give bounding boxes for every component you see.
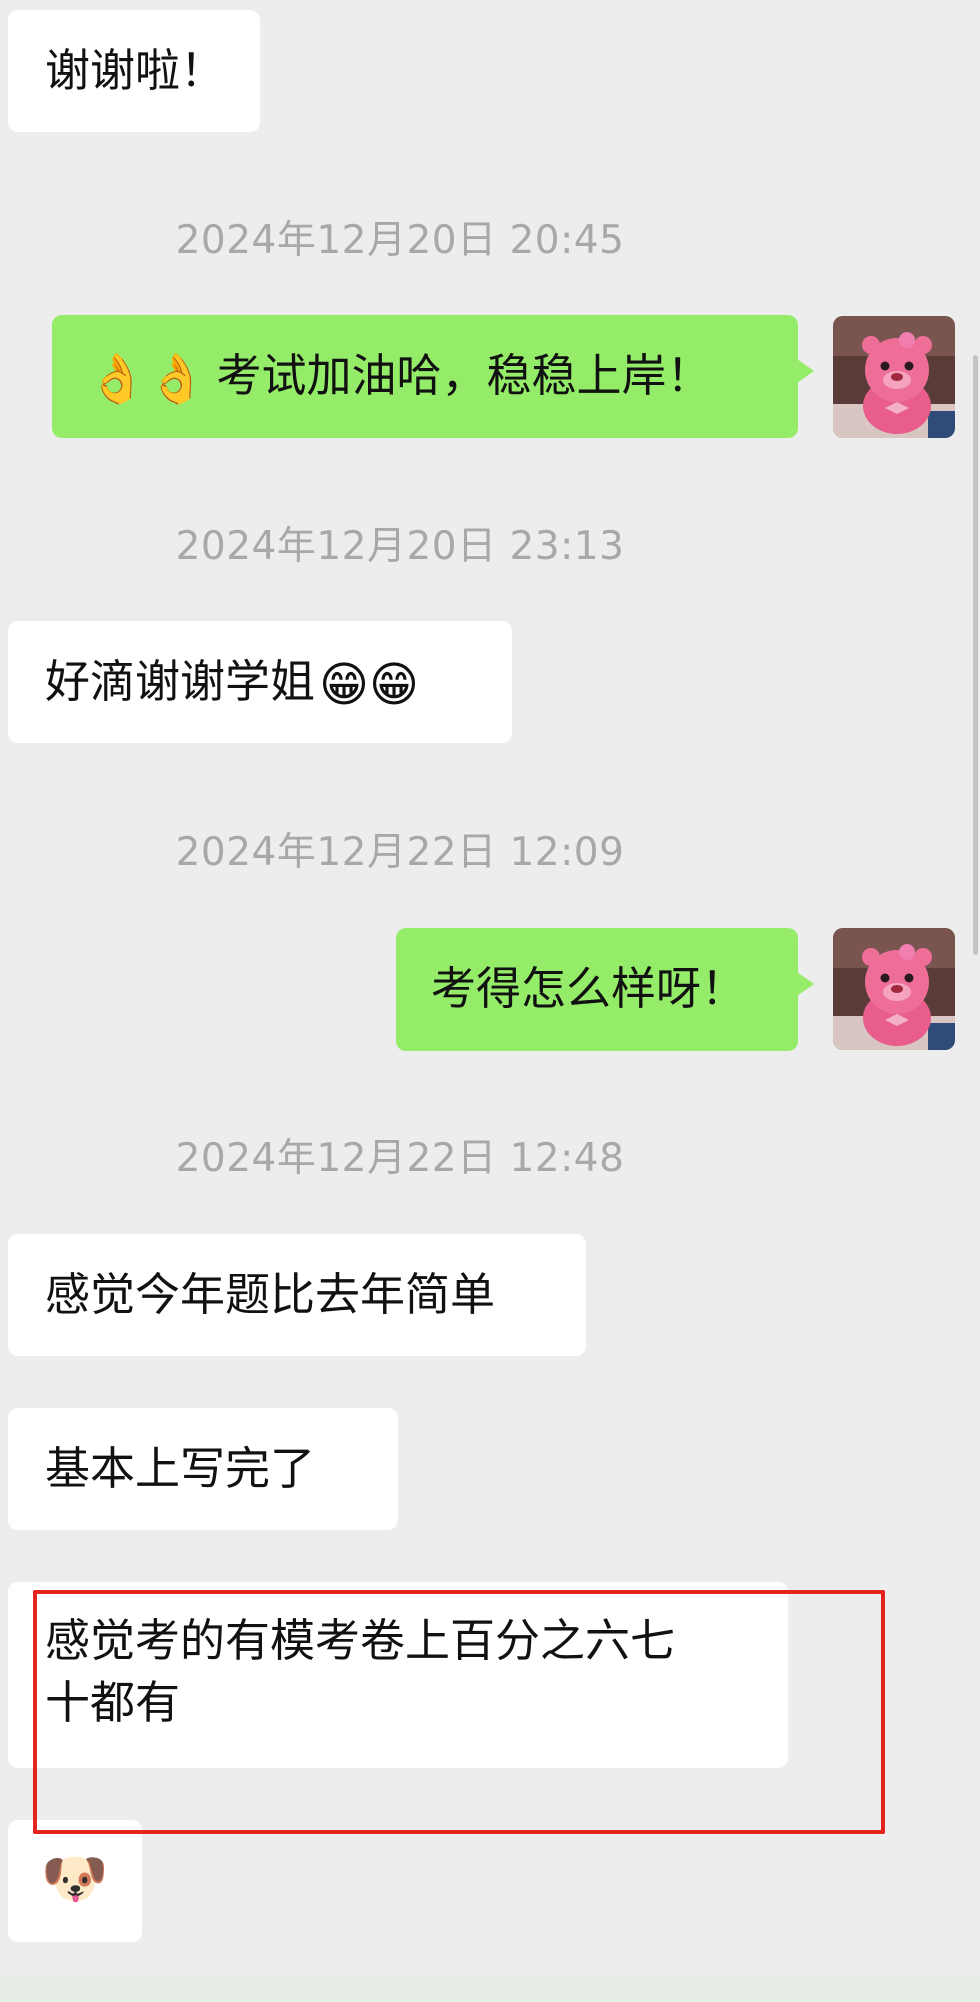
timestamp: 2024年12月20日 20:45: [175, 218, 625, 263]
ok-hand-emoji-icon: 👌👌: [87, 351, 207, 407]
grinning-face-emoji-icon: 😁😁: [319, 657, 420, 713]
avatar[interactable]: [833, 928, 955, 1050]
message-text: 好滴谢谢学姐: [45, 655, 316, 708]
timestamp: 2024年12月22日 12:09: [175, 830, 625, 875]
timestamp: 2024年12月22日 12:48: [175, 1136, 625, 1181]
message-text: 基本上写完了: [45, 1442, 316, 1495]
incoming-message-bubble[interactable]: 谢谢啦！: [8, 10, 260, 132]
pink-beaver-avatar-icon: [833, 928, 955, 1050]
incoming-message-bubble[interactable]: 好滴谢谢学姐😁😁: [8, 621, 512, 743]
incoming-message-bubble[interactable]: 🐶: [8, 1820, 142, 1942]
message-text: 谢谢啦！: [45, 44, 226, 97]
timestamp: 2024年12月20日 23:13: [175, 524, 625, 569]
incoming-message-bubble[interactable]: 感觉今年题比去年简单: [8, 1234, 586, 1356]
pink-beaver-avatar-icon: [833, 316, 955, 438]
chat-view[interactable]: 谢谢啦！ 2024年12月20日 20:45 👌👌 考试加油哈，稳稳上岸！ 202…: [0, 0, 980, 2002]
message-text: 感觉今年题比去年简单: [45, 1268, 496, 1321]
outgoing-message-bubble[interactable]: 考得怎么样呀！: [396, 928, 814, 1051]
input-bar-edge: [0, 1975, 980, 2002]
incoming-message-bubble[interactable]: 基本上写完了: [8, 1408, 398, 1530]
highlight-box: [33, 1590, 885, 1834]
message-text: 考试加油哈，稳稳上岸！: [216, 349, 712, 402]
outgoing-message-bubble[interactable]: 👌👌 考试加油哈，稳稳上岸！: [52, 315, 814, 438]
message-text: 考得怎么样呀！: [431, 962, 747, 1015]
scrollbar[interactable]: [973, 355, 978, 955]
avatar[interactable]: [833, 316, 955, 438]
doge-emoji-icon: 🐶: [41, 1847, 109, 1910]
